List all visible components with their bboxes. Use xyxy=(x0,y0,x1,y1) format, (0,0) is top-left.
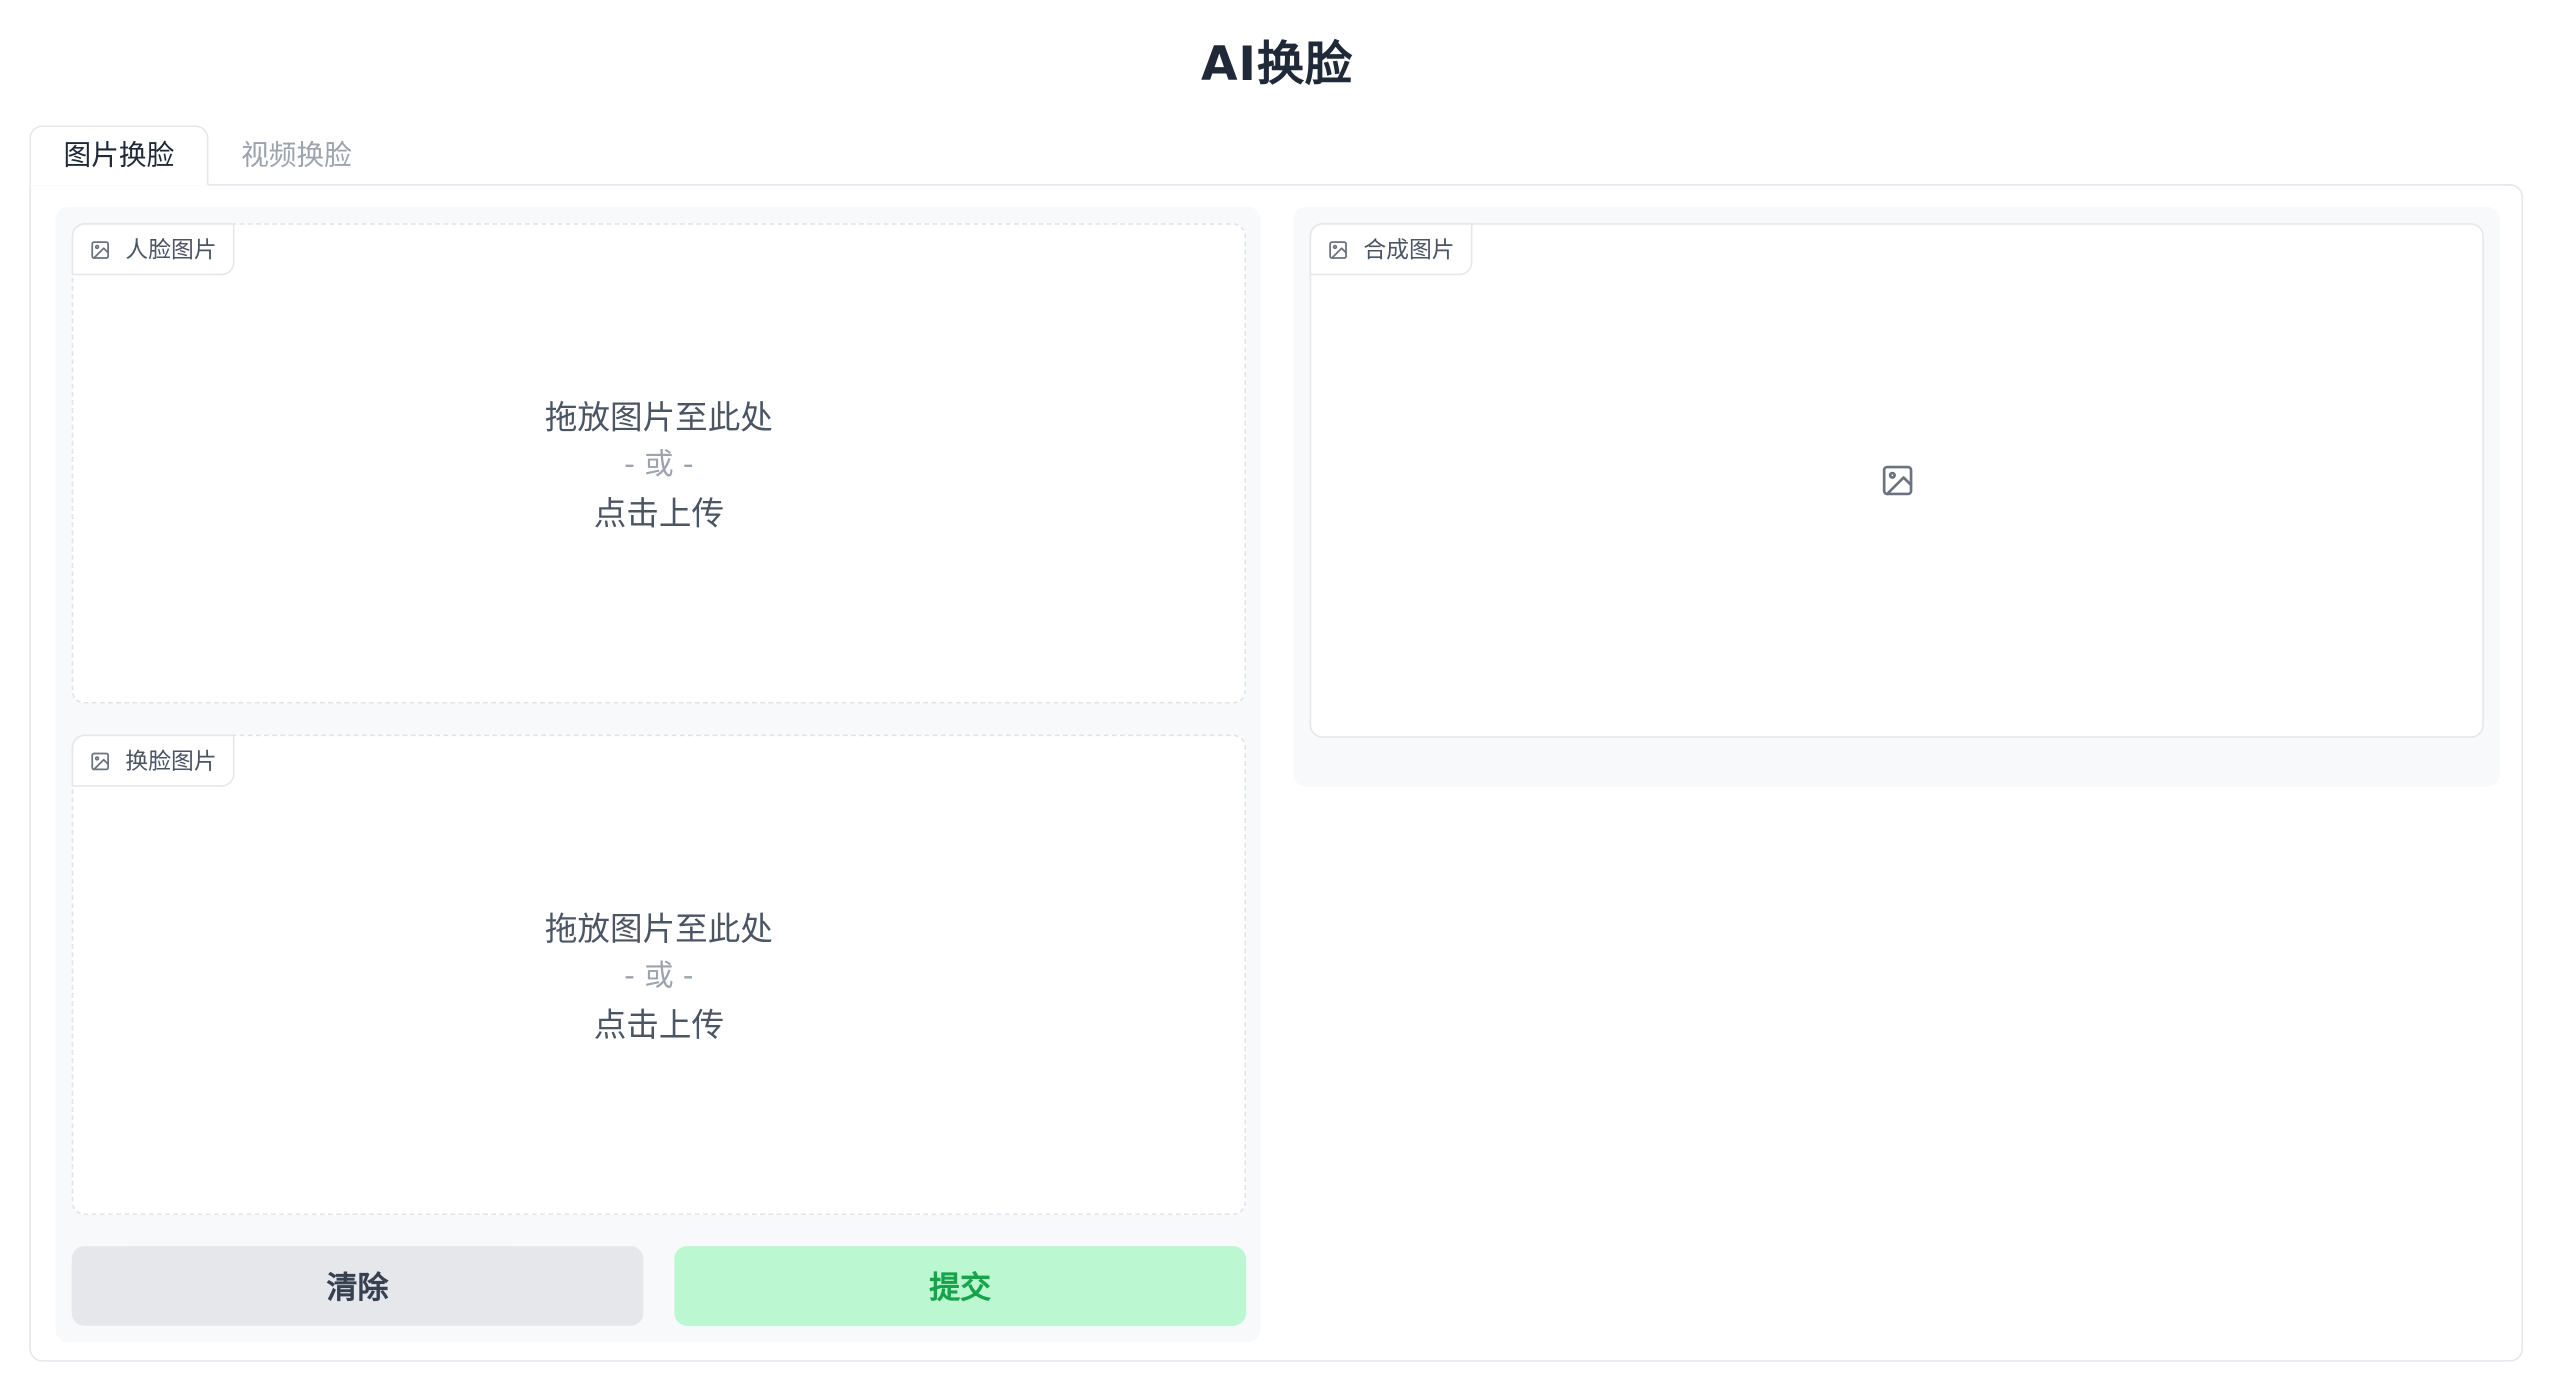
swap-image-upload[interactable]: 换脸图片 拖放图片至此处 - 或 - 点击上传 xyxy=(71,734,1247,1216)
face-image-label-text: 人脸图片 xyxy=(125,237,217,264)
image-icon xyxy=(90,750,111,771)
tab-image-swap[interactable]: 图片换脸 xyxy=(29,125,209,186)
click-upload-text: 点击上传 xyxy=(593,1004,725,1045)
output-column: 合成图片 xyxy=(1293,206,2501,787)
input-column: 人脸图片 拖放图片至此处 - 或 - 点击上传 换脸图片 拖放图片至此处 - 或… xyxy=(55,206,1261,1343)
image-icon xyxy=(90,239,111,260)
swap-drop-zone-text: 拖放图片至此处 - 或 - 点击上传 xyxy=(73,904,1244,1047)
result-image-label: 合成图片 xyxy=(1309,223,1473,276)
tab-panel-image-swap: 人脸图片 拖放图片至此处 - 或 - 点击上传 换脸图片 拖放图片至此处 - 或… xyxy=(29,184,2524,1362)
drop-or-separator: - 或 - xyxy=(624,447,694,483)
app-root: AI换脸 图片换脸 视频换脸 人脸图片 拖放图片至此处 - 或 - 点击上传 换… xyxy=(0,0,2554,1378)
drop-instruction: 拖放图片至此处 xyxy=(544,908,773,948)
submit-button[interactable]: 提交 xyxy=(674,1246,1247,1326)
face-image-upload[interactable]: 人脸图片 拖放图片至此处 - 或 - 点击上传 xyxy=(71,223,1247,704)
face-drop-zone-text: 拖放图片至此处 - 或 - 点击上传 xyxy=(73,393,1244,536)
swap-image-label: 换脸图片 xyxy=(71,734,235,787)
image-icon xyxy=(1327,239,1348,260)
tab-video-swap[interactable]: 视频换脸 xyxy=(208,127,384,186)
result-image-label-text: 合成图片 xyxy=(1363,237,1455,264)
face-image-label: 人脸图片 xyxy=(71,223,235,276)
drop-or-separator: - 或 - xyxy=(624,959,694,994)
click-upload-text: 点击上传 xyxy=(593,493,725,533)
tab-bar: 图片换脸 视频换脸 xyxy=(29,125,384,186)
swap-image-label-text: 换脸图片 xyxy=(125,749,217,776)
clear-button[interactable]: 清除 xyxy=(71,1246,644,1326)
drop-instruction: 拖放图片至此处 xyxy=(544,397,773,437)
image-placeholder-icon xyxy=(1879,463,1915,499)
page-title: AI换脸 xyxy=(1201,35,1353,92)
result-image-output: 合成图片 xyxy=(1309,223,2484,738)
